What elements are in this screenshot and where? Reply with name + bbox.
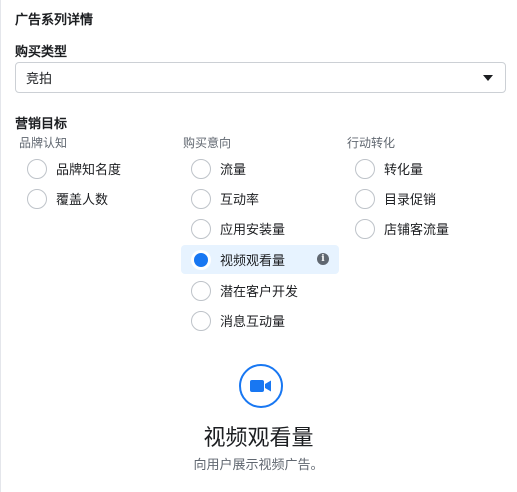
radio-icon[interactable] bbox=[191, 310, 211, 331]
option-label: 消息互动量 bbox=[220, 315, 286, 330]
objective-option-store-traffic[interactable]: 店铺客流量 bbox=[345, 214, 495, 243]
video-camera-icon bbox=[239, 364, 283, 408]
objective-option-conversions[interactable]: 转化量 bbox=[345, 154, 495, 183]
option-label: 流量 bbox=[220, 163, 247, 178]
radio-icon[interactable] bbox=[27, 188, 47, 209]
radio-icon[interactable] bbox=[191, 280, 211, 301]
group-header-consideration: 购买意向 bbox=[183, 136, 232, 150]
option-label: 互动率 bbox=[220, 193, 260, 208]
buying-type-label: 购买类型 bbox=[15, 45, 68, 60]
option-label: 目录促销 bbox=[384, 193, 437, 208]
objective-option-app-installs[interactable]: 应用安装量 bbox=[181, 214, 339, 243]
option-label: 转化量 bbox=[384, 163, 424, 178]
objective-label: 营销目标 bbox=[15, 117, 68, 132]
objective-option-catalog-sales[interactable]: 目录促销 bbox=[345, 184, 495, 213]
radio-icon[interactable] bbox=[191, 188, 211, 209]
objective-option-messages[interactable]: 消息互动量 bbox=[181, 306, 339, 335]
objective-option-engagement[interactable]: 互动率 bbox=[181, 184, 339, 213]
radio-icon[interactable] bbox=[191, 218, 211, 239]
radio-icon[interactable] bbox=[355, 188, 375, 209]
objective-option-reach[interactable]: 覆盖人数 bbox=[17, 184, 167, 213]
option-label: 覆盖人数 bbox=[56, 193, 109, 208]
radio-selected-icon[interactable] bbox=[191, 249, 211, 270]
group-header-conversion: 行动转化 bbox=[347, 136, 396, 150]
info-icon[interactable]: i bbox=[317, 253, 329, 265]
summary-description: 向用户展示视频广告。 bbox=[193, 458, 324, 473]
objective-option-traffic[interactable]: 流量 bbox=[181, 154, 339, 183]
group-header-awareness: 品牌认知 bbox=[19, 136, 68, 150]
option-label: 店铺客流量 bbox=[384, 223, 450, 238]
objective-option-video-views[interactable]: 视频观看量 i bbox=[181, 245, 339, 274]
radio-icon[interactable] bbox=[355, 158, 375, 179]
summary-title: 视频观看量 bbox=[203, 426, 314, 451]
panel-title: 广告系列详情 bbox=[15, 13, 94, 28]
radio-icon[interactable] bbox=[355, 218, 375, 239]
buying-type-value: 竞拍 bbox=[26, 72, 53, 87]
option-label: 视频观看量 bbox=[220, 254, 286, 269]
panel-border bbox=[0, 0, 1, 492]
objective-option-lead-generation[interactable]: 潜在客户开发 bbox=[181, 276, 339, 305]
radio-icon[interactable] bbox=[27, 158, 47, 179]
option-label: 潜在客户开发 bbox=[220, 285, 299, 300]
objective-option-brand-awareness[interactable]: 品牌知名度 bbox=[17, 154, 167, 183]
option-label: 品牌知名度 bbox=[56, 163, 122, 178]
chevron-down-icon bbox=[483, 75, 493, 81]
buying-type-select[interactable]: 竞拍 bbox=[15, 62, 506, 93]
option-label: 应用安装量 bbox=[220, 223, 286, 238]
radio-icon[interactable] bbox=[191, 158, 211, 179]
